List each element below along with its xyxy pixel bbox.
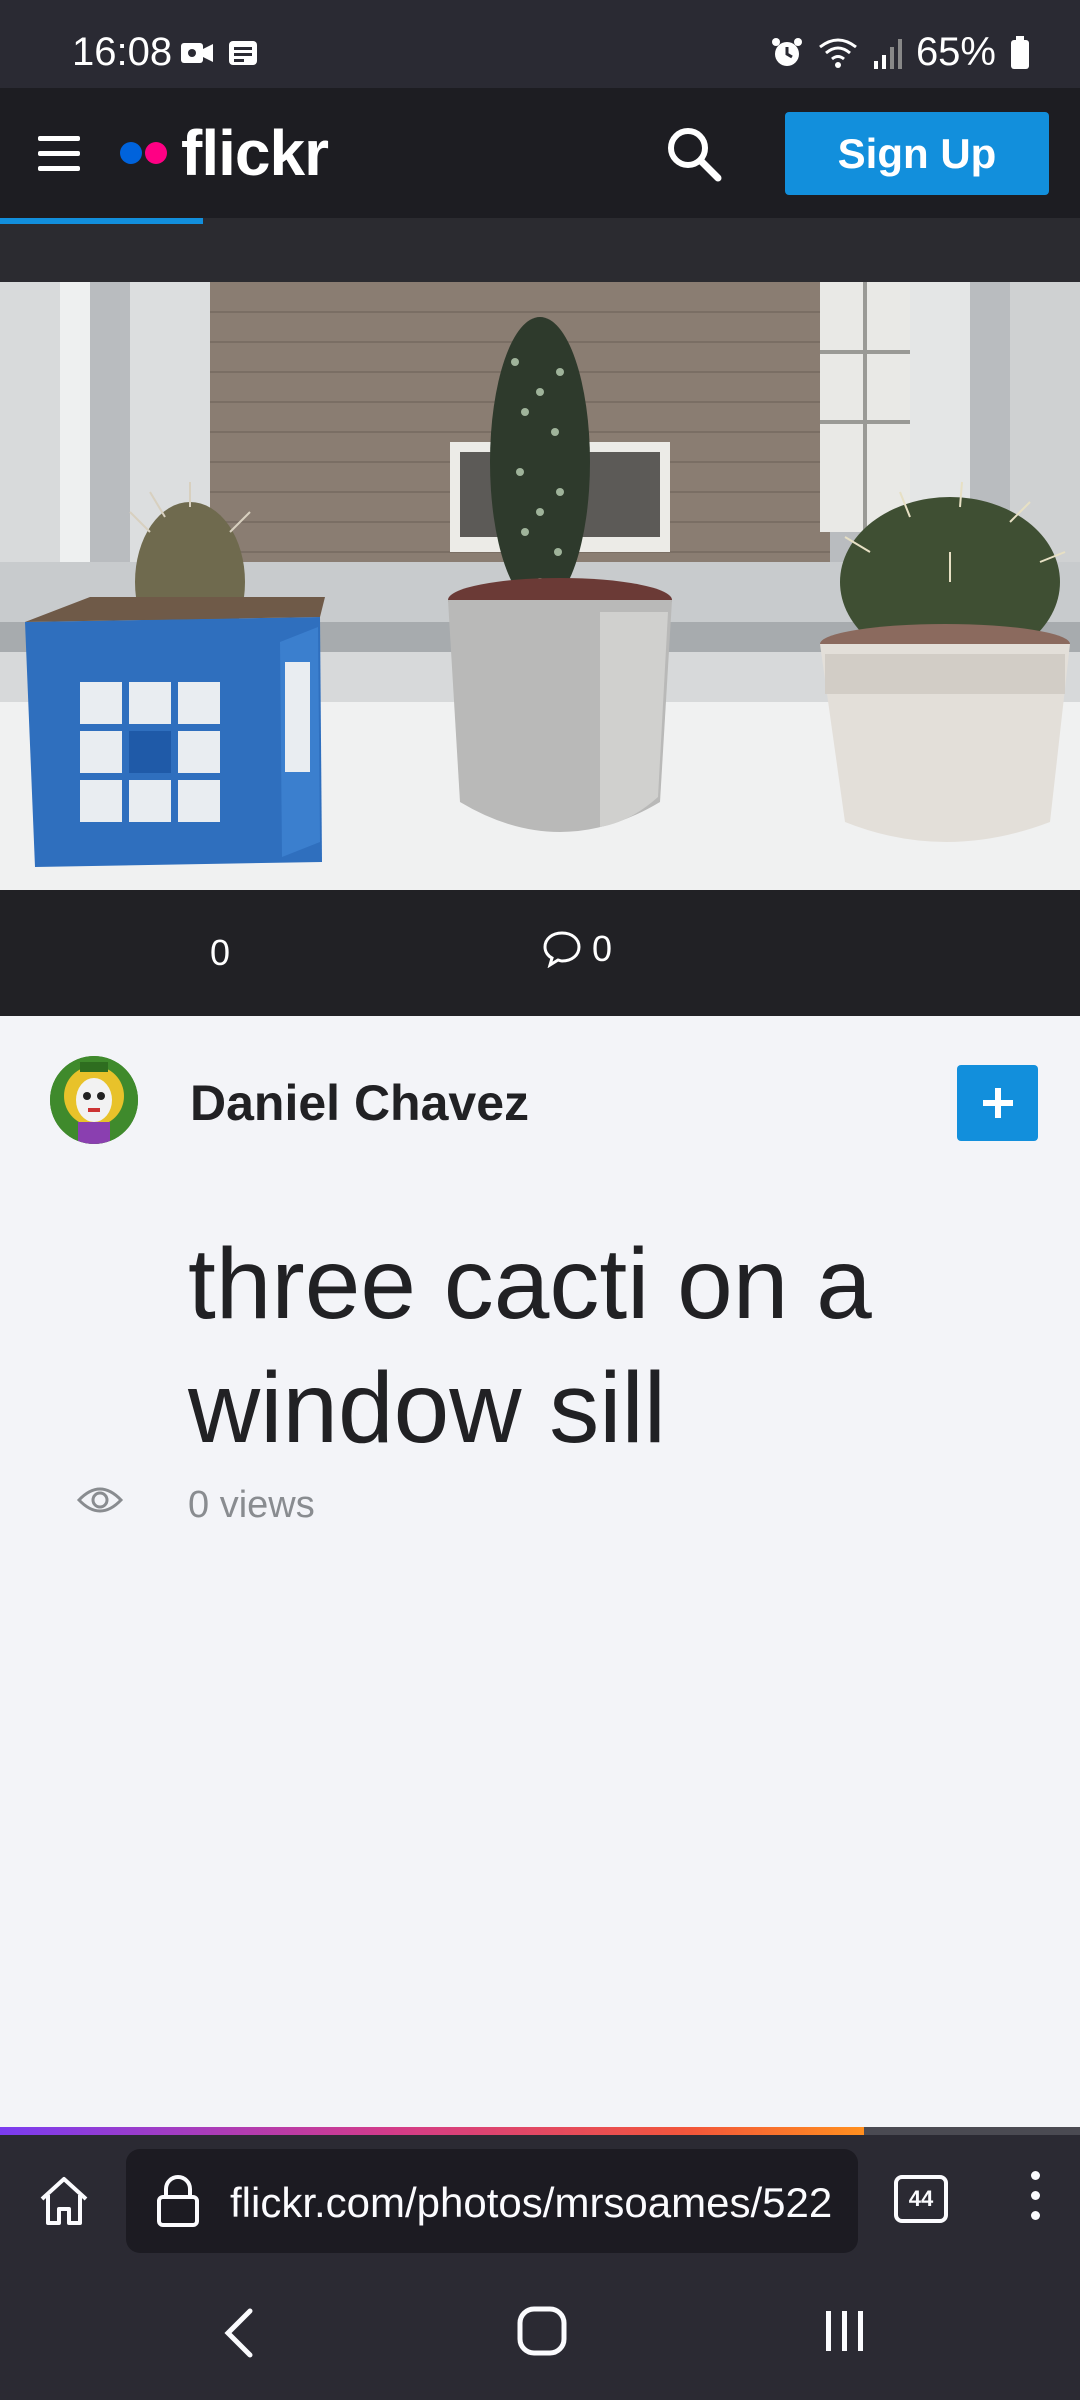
flickr-logo[interactable]: flickr (120, 116, 329, 190)
tabs-button[interactable]: 44 (894, 2175, 948, 2223)
browser-toolbar: flickr.com/photos/mrsoames/522 44 (0, 2135, 1080, 2265)
battery-percent: 65% (915, 30, 996, 74)
message-icon (229, 41, 257, 65)
page-load-progress (0, 2127, 1080, 2135)
signal-icon (873, 38, 902, 69)
url-text[interactable]: flickr.com/photos/mrsoames/522 (230, 2179, 850, 2227)
logo-blue-dot (120, 142, 142, 164)
video-call-icon (181, 43, 213, 63)
logo-pink-dot (145, 142, 167, 164)
status-bar: 16:08 65% (0, 0, 1080, 88)
owner-name[interactable]: Daniel Chavez (190, 1074, 529, 1132)
search-icon[interactable] (662, 122, 726, 186)
home-icon[interactable] (36, 2173, 92, 2229)
avatar-image (50, 1056, 138, 1144)
eye-icon (76, 1487, 124, 1513)
photo[interactable] (0, 282, 1080, 890)
comment-count: 0 (592, 928, 613, 969)
plus-icon (983, 1088, 1013, 1118)
comments-button[interactable]: 0 (542, 928, 612, 970)
site-header: flickr Sign Up (0, 88, 1080, 218)
sign-up-button[interactable]: Sign Up (785, 112, 1049, 195)
avatar[interactable] (50, 1056, 138, 1144)
cacti-photo-image (0, 282, 1080, 890)
page-load-progress-fill (0, 2127, 864, 2135)
comment-icon (543, 931, 581, 968)
more-options-icon[interactable] (1020, 2171, 1050, 2231)
status-time: 16:08 (72, 30, 173, 74)
owner-row: Daniel Chavez (0, 1016, 1080, 1196)
follow-button[interactable] (957, 1065, 1038, 1141)
fave-count: 0 (210, 932, 231, 973)
hamburger-menu-icon[interactable] (38, 136, 80, 172)
header-progress-fill (0, 218, 203, 224)
status-notification-icons (180, 40, 258, 66)
wifi-icon (819, 38, 857, 68)
logo-text: flickr (181, 117, 329, 189)
alarm-icon (771, 37, 802, 66)
header-progress-strip (0, 218, 1080, 282)
battery-icon (1011, 35, 1029, 69)
photo-title: three cacti on a window sill (188, 1228, 872, 1464)
system-navigation-bar (0, 2265, 1080, 2400)
back-icon[interactable] (220, 2305, 260, 2361)
photo-stats-bar: 0 0 (0, 890, 1080, 1016)
recent-apps-icon[interactable] (822, 2307, 868, 2355)
home-nav-icon[interactable] (516, 2303, 568, 2359)
views-count: 0 views (188, 1484, 315, 1526)
lock-icon[interactable] (156, 2175, 200, 2227)
url-bar[interactable]: flickr.com/photos/mrsoames/522 (126, 2149, 858, 2253)
status-right-icons: 65% (770, 30, 1030, 75)
